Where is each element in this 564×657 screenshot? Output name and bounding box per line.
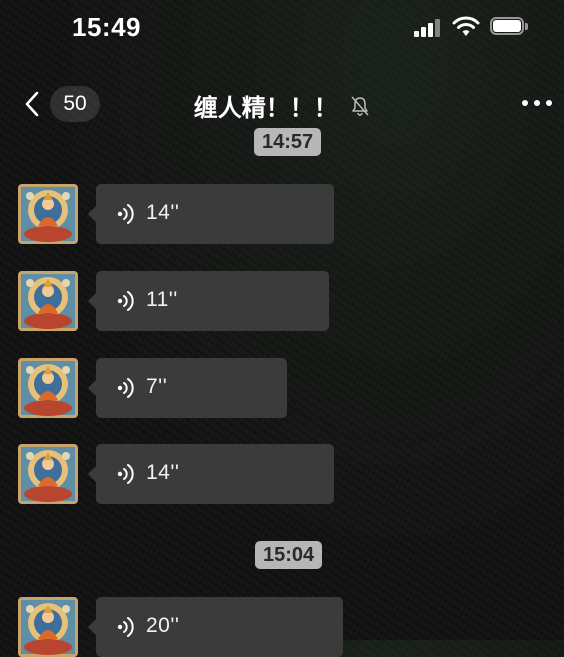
time-divider: 14:57 [254,128,322,156]
status-bar: 15:49 [0,0,564,60]
avatar-thangka-image [18,444,78,504]
avatar[interactable] [18,184,78,244]
wifi-icon [452,15,480,37]
voice-wave-icon [117,464,134,484]
header-overlay [0,60,564,128]
avatar-thangka-image [18,271,78,331]
voice-message-bubble[interactable]: 14'' [88,444,334,504]
avatar[interactable] [18,271,78,331]
avatar-thangka-image [18,358,78,418]
voice-duration: 14'' [146,461,180,484]
status-time: 15:49 [72,12,141,42]
voice-duration: 20'' [146,614,180,637]
voice-wave-icon [117,617,134,637]
cellular-signal-icon [414,19,444,37]
voice-message-bubble[interactable]: 20'' [88,597,343,657]
voice-duration: 7'' [146,375,168,398]
voice-wave-icon [117,291,134,311]
avatar-thangka-image [18,184,78,244]
battery-icon [490,17,530,37]
avatar[interactable] [18,358,78,418]
voice-message-bubble[interactable]: 7'' [88,358,287,418]
avatar[interactable] [18,597,78,657]
voice-wave-icon [117,204,134,224]
voice-duration: 11'' [146,288,178,311]
avatar[interactable] [18,444,78,504]
voice-message-bubble[interactable]: 14'' [88,184,334,244]
voice-wave-icon [117,378,134,398]
voice-message-bubble[interactable]: 11'' [88,271,329,331]
time-divider: 15:04 [255,541,323,569]
avatar-thangka-image [18,597,78,657]
voice-duration: 14'' [146,201,180,224]
